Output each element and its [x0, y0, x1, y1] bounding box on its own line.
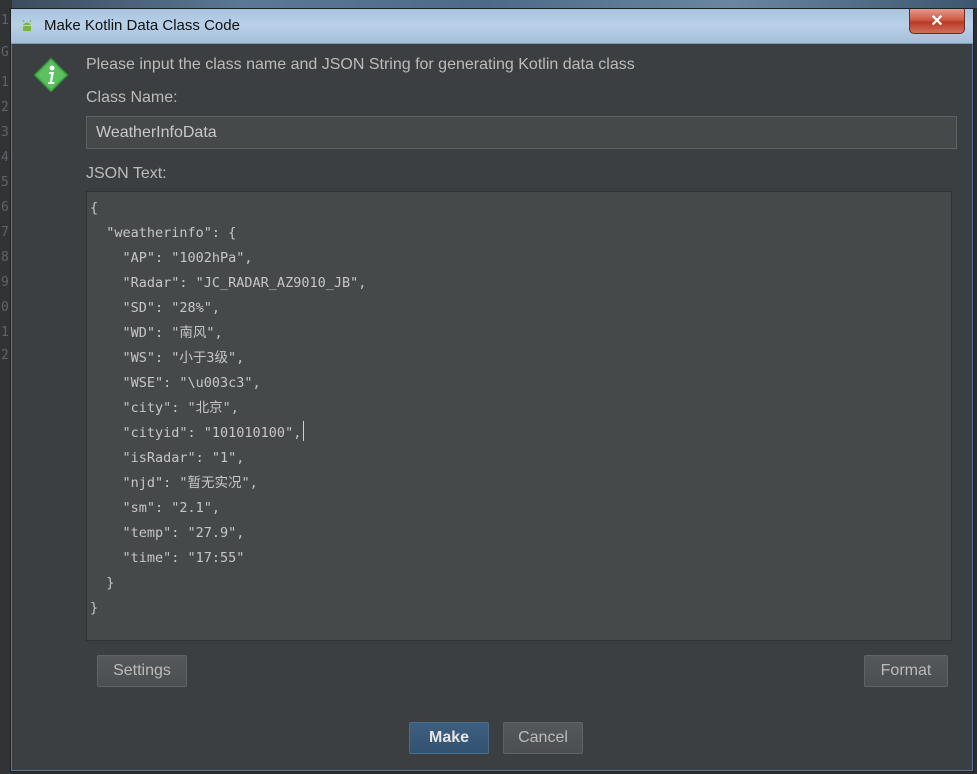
json-line: "Radar": "JC_RADAR_AZ9010_JB",: [90, 275, 367, 291]
json-line: "WSE": "\u003c3",: [90, 375, 261, 391]
gutter-line-number: 8: [1, 250, 9, 265]
json-line: "WD": "南风",: [90, 325, 223, 341]
json-line: "AP": "1002hPa",: [90, 250, 253, 266]
json-line: "time": "17:55": [90, 550, 245, 566]
json-line: "SD": "28%",: [90, 300, 221, 316]
json-line: }: [90, 575, 115, 591]
gutter-line-number: G: [1, 45, 9, 60]
make-kotlin-data-class-dialog: Make Kotlin Data Class Code ✕ Please inp…: [10, 8, 974, 772]
class-name-label: Class Name:: [86, 89, 178, 106]
gutter-line-number: 0: [1, 300, 9, 315]
close-button[interactable]: ✕: [909, 9, 965, 34]
cancel-button[interactable]: Cancel: [503, 722, 583, 754]
json-line: "city": "北京",: [90, 400, 239, 416]
gutter-line-number: 5: [1, 175, 9, 190]
json-line: "sm": "2.1",: [90, 500, 221, 516]
json-line: "cityid": "101010100",: [90, 421, 951, 446]
background-ide-strip: [0, 0, 977, 8]
json-line: }: [90, 600, 99, 616]
close-icon: ✕: [930, 13, 944, 30]
gutter-line-number: 1: [1, 325, 9, 340]
title-bar[interactable]: Make Kotlin Data Class Code ✕: [11, 9, 973, 44]
json-line: "isRadar": "1",: [90, 450, 245, 466]
json-line: "weatherinfo": {: [90, 225, 237, 241]
gutter-line-number: 7: [1, 225, 9, 240]
window-title: Make Kotlin Data Class Code: [44, 17, 240, 34]
json-line: "njd": "暂无实况",: [90, 475, 258, 491]
gutter-line-number: 2: [1, 100, 9, 115]
gutter-line-number: 1: [1, 75, 9, 90]
info-diamond-icon: [33, 57, 69, 93]
gutter-line-number: 6: [1, 200, 9, 215]
gutter-line-number: 2: [1, 348, 9, 363]
gutter-line-number: 4: [1, 150, 9, 165]
json-line: "temp": "27.9",: [90, 525, 245, 541]
json-text-label: JSON Text:: [86, 165, 167, 182]
android-icon: [22, 19, 32, 31]
dialog-prompt: Please input the class name and JSON Str…: [86, 56, 635, 73]
gutter-line-number: 1: [1, 13, 9, 28]
gutter-line-number: 9: [1, 275, 9, 290]
json-line: {: [90, 200, 99, 216]
text-caret: [303, 421, 305, 441]
gutter-line-number: 3: [1, 125, 9, 140]
make-button[interactable]: Make: [409, 722, 489, 754]
format-button[interactable]: Format: [864, 655, 948, 687]
json-text-area[interactable]: { "weatherinfo": { "AP": "1002hPa", "Rad…: [86, 191, 952, 641]
class-name-input[interactable]: [86, 116, 957, 149]
json-line: "WS": "小于3级",: [90, 350, 245, 366]
settings-button[interactable]: Settings: [97, 655, 187, 687]
